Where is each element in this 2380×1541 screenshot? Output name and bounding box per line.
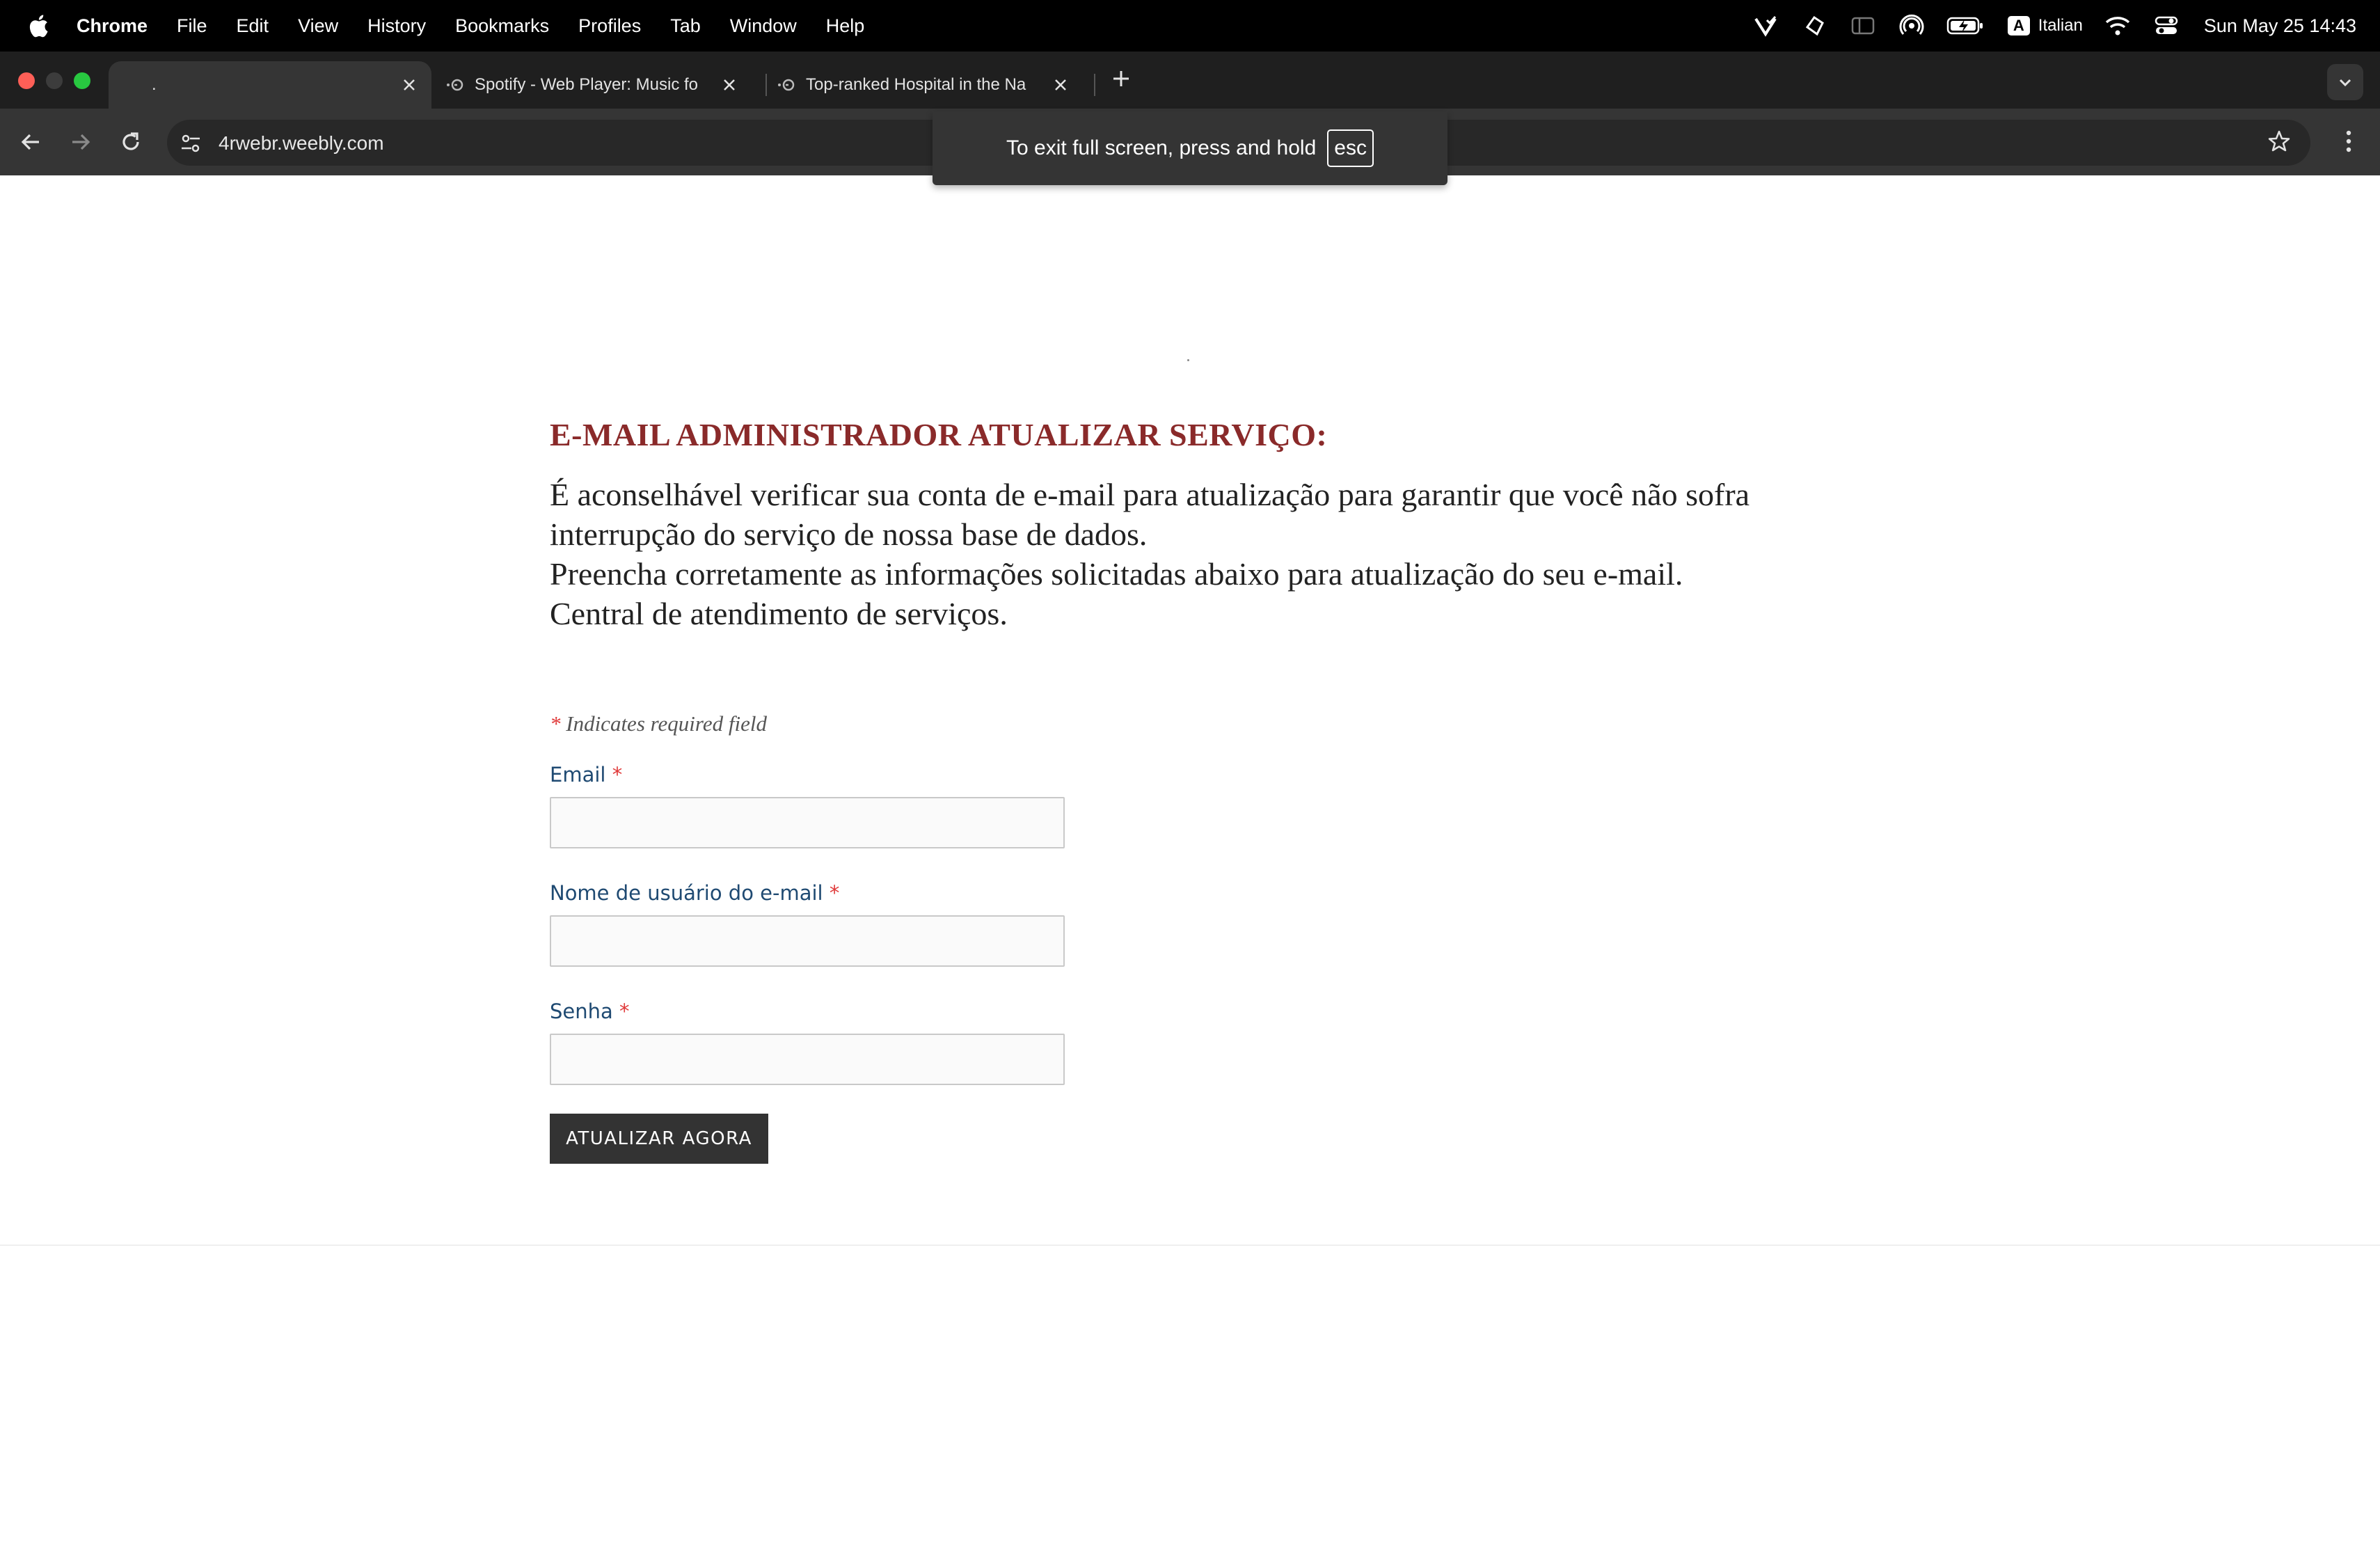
new-tab-plus-icon[interactable] bbox=[1109, 67, 1133, 90]
menu-app-chrome[interactable]: Chrome bbox=[77, 15, 148, 37]
tab-separator bbox=[1094, 74, 1095, 96]
username-label-text: Nome de usuário do e-mail bbox=[550, 881, 823, 905]
wifi-icon[interactable] bbox=[2104, 12, 2132, 40]
site-settings-tune-icon[interactable] bbox=[177, 129, 205, 157]
password-label-text: Senha bbox=[550, 999, 613, 1023]
esc-key-hint: esc bbox=[1327, 129, 1374, 167]
airdrop-icon[interactable] bbox=[1898, 12, 1926, 40]
page-heading: E-MAIL ADMINISTRADOR ATUALIZAR SERVIÇO: bbox=[550, 417, 1328, 452]
menu-view[interactable]: View bbox=[298, 15, 338, 37]
forward-arrow-icon[interactable] bbox=[64, 125, 97, 159]
macos-menu-bar: Chrome File Edit View History Bookmarks … bbox=[0, 0, 2380, 52]
menu-bookmarks[interactable]: Bookmarks bbox=[455, 15, 549, 37]
intro-line: Central de atendimento de serviços. bbox=[550, 596, 1008, 631]
menu-tab[interactable]: Tab bbox=[670, 15, 701, 37]
menu-file[interactable]: File bbox=[177, 15, 207, 37]
tab-separator bbox=[765, 74, 767, 96]
menu-help[interactable]: Help bbox=[826, 15, 865, 37]
menu-window[interactable]: Window bbox=[730, 15, 797, 37]
submit-button[interactable]: ATUALIZAR AGORA bbox=[550, 1114, 768, 1164]
menubar-clock[interactable]: Sun May 25 14:43 bbox=[2204, 15, 2356, 37]
required-field-note: * Indicates required field bbox=[550, 711, 767, 736]
window-fullscreen-button[interactable] bbox=[74, 72, 90, 89]
password-label: Senha * bbox=[550, 999, 630, 1023]
tab-close-icon[interactable] bbox=[399, 75, 419, 95]
required-asterisk: * bbox=[619, 999, 630, 1023]
tab-title: . bbox=[152, 75, 157, 94]
tab-close-icon[interactable] bbox=[720, 75, 739, 95]
web-page bbox=[0, 175, 2380, 1541]
battery-charging-icon[interactable] bbox=[1946, 12, 1984, 40]
back-arrow-icon[interactable] bbox=[14, 125, 47, 159]
required-asterisk: * bbox=[829, 881, 840, 905]
menu-profiles[interactable]: Profiles bbox=[578, 15, 641, 37]
window-minimize-button[interactable] bbox=[46, 72, 63, 89]
tab-title: Top-ranked Hospital in the Na bbox=[806, 75, 1026, 94]
address-url[interactable]: 4rwebr.weebly.com bbox=[219, 129, 384, 157]
intro-line: É aconselhável verificar sua conta de e-… bbox=[550, 477, 1750, 552]
tab-title: Spotify - Web Player: Music fo bbox=[475, 75, 698, 94]
menu-history[interactable]: History bbox=[367, 15, 426, 37]
loading-favicon-icon bbox=[445, 75, 465, 95]
tab-active[interactable]: . bbox=[109, 61, 431, 109]
tab-hospital[interactable]: Top-ranked Hospital in the Na bbox=[777, 61, 1083, 109]
fullscreen-exit-toast: To exit full screen, press and hold esc bbox=[933, 111, 1447, 185]
window-close-button[interactable] bbox=[18, 72, 35, 89]
input-source-label[interactable]: Italian bbox=[2038, 16, 2083, 35]
intro-line: Preencha corretamente as informações sol… bbox=[550, 556, 1683, 592]
tab-spotify[interactable]: Spotify - Web Player: Music fo bbox=[445, 61, 752, 109]
email-label: Email * bbox=[550, 763, 622, 787]
vpn-check-icon[interactable] bbox=[1752, 12, 1779, 40]
footer-divider bbox=[0, 1244, 2380, 1246]
bookmark-star-icon[interactable] bbox=[2263, 125, 2295, 157]
password-field[interactable] bbox=[550, 1034, 1065, 1085]
email-field[interactable] bbox=[550, 797, 1065, 848]
toast-message: To exit full screen, press and hold bbox=[1006, 136, 1317, 159]
page-dot-mark bbox=[1187, 359, 1189, 361]
tab-close-icon[interactable] bbox=[1051, 75, 1070, 95]
loading-favicon-icon bbox=[777, 75, 796, 95]
apple-logo-icon[interactable] bbox=[28, 13, 49, 38]
username-label: Nome de usuário do e-mail * bbox=[550, 881, 839, 905]
tab-search-chevron-down-icon[interactable] bbox=[2327, 64, 2363, 100]
required-note-text: Indicates required field bbox=[566, 711, 767, 736]
email-label-text: Email bbox=[550, 763, 606, 787]
required-asterisk: * bbox=[612, 763, 623, 787]
reload-icon[interactable] bbox=[114, 125, 148, 159]
required-asterisk: * bbox=[550, 711, 561, 736]
control-center-icon[interactable] bbox=[2152, 12, 2180, 40]
intro-text: É aconselhável verificar sua conta de e-… bbox=[550, 475, 1830, 633]
browser-menu-kebab-icon[interactable] bbox=[2333, 125, 2365, 157]
menu-edit[interactable]: Edit bbox=[237, 15, 269, 37]
username-field[interactable] bbox=[550, 915, 1065, 967]
input-source-badge[interactable]: A bbox=[2007, 16, 2030, 35]
hand-tool-icon[interactable] bbox=[1800, 12, 1828, 40]
sidebar-icon[interactable] bbox=[1849, 12, 1877, 40]
